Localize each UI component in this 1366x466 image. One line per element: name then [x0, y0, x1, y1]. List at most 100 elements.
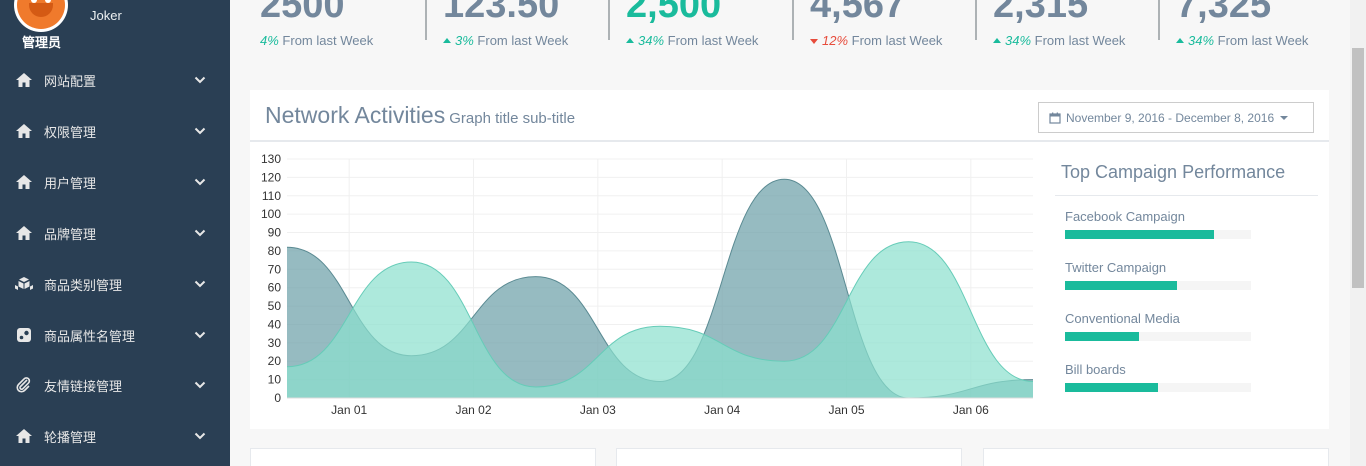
caret-up-icon	[443, 38, 451, 43]
date-range-text: November 9, 2016 - December 8, 2016	[1066, 110, 1275, 125]
network-activities-chart: 0 10 20 30 40 50 60 70 80 90 100 110 120 130 Jan 01 Jan…	[261, 152, 1034, 417]
stat-percent: 3%	[455, 33, 474, 48]
stat-value: 4,567	[810, 0, 906, 26]
sidebar-item-label: 网站配置	[44, 73, 97, 89]
y-tick-label: 90	[268, 226, 282, 240]
avatar-image	[17, 0, 65, 29]
username: Joker	[90, 8, 122, 23]
campaign-item: Facebook Campaign	[1065, 209, 1251, 239]
y-tick-label: 0	[274, 391, 281, 405]
panel-title: Network Activities Graph title sub-title	[265, 102, 575, 129]
y-tick-label: 110	[262, 189, 281, 203]
stat-percent: 34%	[1188, 33, 1215, 48]
sidebar-item-3[interactable]: 用户管理	[0, 162, 230, 202]
stat-value: 2500	[260, 0, 345, 26]
caret-up-icon	[993, 38, 1001, 43]
campaign-divider	[1055, 195, 1318, 196]
stat-value: 123.50	[443, 0, 560, 26]
chevron-down-icon	[192, 381, 208, 389]
stat-percent: 12%	[822, 33, 849, 48]
panel-subtitle: Graph title sub-title	[449, 110, 576, 127]
y-tick-label: 120	[261, 170, 281, 184]
stat-percent: 4%	[260, 33, 279, 48]
chevron-down-icon	[192, 76, 208, 84]
y-tick-label: 80	[268, 244, 282, 258]
campaign-label: Twitter Campaign	[1065, 260, 1167, 275]
y-tick-label: 40	[268, 317, 282, 331]
stat-footer: 34% From last Week	[626, 33, 758, 48]
x-tick-label: Jan 06	[953, 403, 989, 417]
stat-suffix: From last Week	[1217, 33, 1309, 48]
role-label: 管理员	[22, 35, 62, 50]
caret-up-icon	[1176, 38, 1184, 43]
y-tick-label: 50	[268, 299, 282, 313]
stat-footer: 4% From last Week	[260, 33, 373, 48]
date-range-picker[interactable]: November 9, 2016 - December 8, 2016	[1038, 102, 1314, 133]
sidebar-item-4[interactable]: 品牌管理	[0, 213, 230, 253]
cubes-icon	[14, 276, 34, 292]
y-tick-label: 20	[268, 354, 282, 368]
bottom-panel-2	[616, 448, 962, 466]
home-icon	[14, 123, 34, 139]
campaign-progress-track	[1065, 332, 1251, 341]
x-tick-label: Jan 04	[704, 403, 740, 417]
y-tick-label: 60	[268, 281, 282, 295]
stats-row: 2500 4% From last Week 123.50 3% From last …	[230, 0, 1350, 60]
stat-suffix: From last Week	[477, 33, 569, 48]
sidebar-item-1[interactable]: 网站配置	[0, 60, 230, 100]
home-icon	[14, 428, 34, 444]
stat-divider	[1158, 0, 1160, 40]
caret-down-icon	[1280, 115, 1289, 120]
caret-up-icon	[626, 38, 634, 43]
paperclip-icon	[14, 377, 34, 393]
x-tick-label: Jan 02	[455, 403, 491, 417]
campaign-label: Conventional Media	[1065, 311, 1180, 326]
series-2-area	[287, 241, 1033, 398]
home-icon	[14, 174, 34, 190]
campaign-progress-bar	[1065, 281, 1177, 290]
sidebar-item-7[interactable]: 友情链接管理	[0, 365, 230, 405]
campaign-item: Twitter Campaign	[1065, 260, 1251, 290]
stat-value: 2,500	[626, 0, 722, 26]
steam-icon	[14, 327, 34, 343]
panel-header: Network Activities Graph title sub-title …	[250, 90, 1329, 142]
campaign-progress-bar	[1065, 332, 1140, 341]
stat-suffix: From last Week	[1034, 33, 1126, 48]
sidebar: 管理员 Joker 网站配置权限管理用户管理品牌管理商品类别管理 商品属性名管理友…	[0, 0, 230, 466]
sidebar-item-6[interactable]: 商品属性名管理	[0, 315, 230, 355]
chevron-down-icon	[192, 280, 208, 288]
chevron-down-icon	[192, 127, 208, 135]
sidebar-item-label: 友情链接管理	[44, 378, 123, 394]
chevron-down-icon	[192, 178, 208, 186]
avatar-mouth	[29, 3, 53, 17]
y-tick-label: 30	[268, 336, 282, 350]
stat-suffix: From last Week	[667, 33, 759, 48]
profile: 管理员 Joker	[0, 0, 230, 54]
stat-divider	[425, 0, 427, 40]
campaign-title: Top Campaign Performance	[1061, 162, 1286, 182]
network-activities-panel: Network Activities Graph title sub-title …	[250, 90, 1329, 429]
campaign-progress-track	[1065, 230, 1251, 239]
stat-divider	[608, 0, 610, 40]
sidebar-item-5[interactable]: 商品类别管理	[0, 264, 230, 304]
sidebar-item-2[interactable]: 权限管理	[0, 111, 230, 151]
chevron-down-icon	[192, 331, 208, 339]
sidebar-item-8[interactable]: 轮播管理	[0, 416, 230, 456]
chevron-down-icon	[192, 432, 208, 440]
stat-suffix: From last Week	[282, 33, 374, 48]
sidebar-item-label: 商品类别管理	[44, 277, 123, 293]
y-tick-label: 70	[268, 262, 282, 276]
calendar-icon	[1049, 112, 1061, 124]
y-tick-label: 100	[261, 207, 281, 221]
stat-percent: 34%	[1005, 33, 1032, 48]
page-scrollbar[interactable]	[1350, 0, 1366, 466]
stat-footer: 34% From last Week	[1176, 33, 1308, 48]
avatar[interactable]	[14, 0, 68, 32]
campaign-label: Bill boards	[1065, 362, 1126, 377]
bottom-panel-3	[983, 448, 1329, 466]
campaign-progress-track	[1065, 383, 1251, 392]
scrollbar-thumb[interactable]	[1352, 48, 1364, 288]
stat-suffix: From last Week	[851, 33, 943, 48]
sidebar-item-label: 商品属性名管理	[44, 328, 136, 344]
stat-footer: 3% From last Week	[443, 33, 568, 48]
